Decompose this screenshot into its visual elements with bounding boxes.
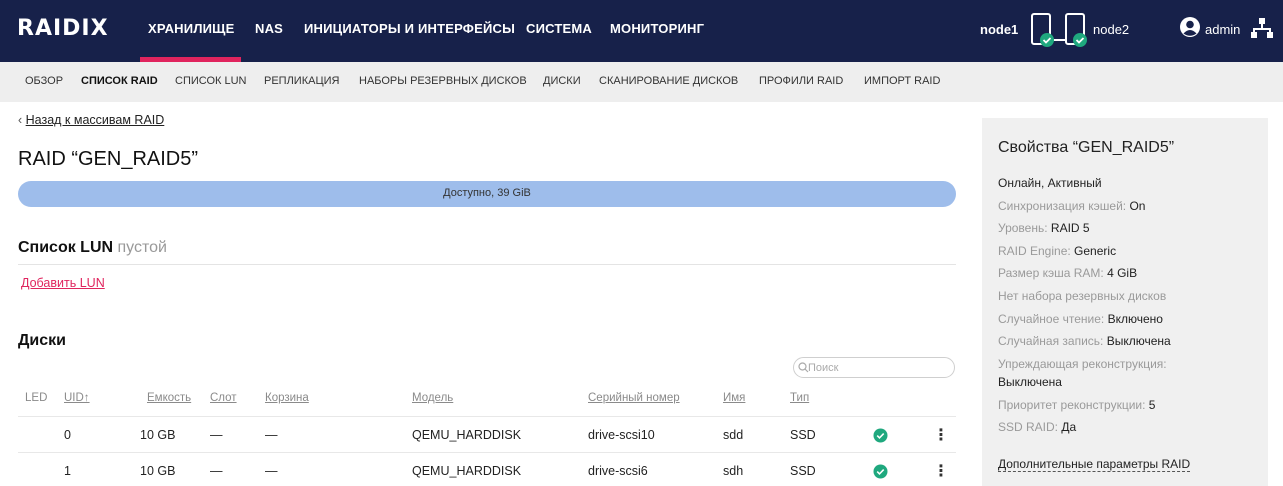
disk-search-box[interactable] [793, 357, 955, 378]
prop-level: Уровень: RAID 5 [998, 221, 1090, 235]
cell-type: SSD [790, 464, 816, 478]
node-pair-status-icon[interactable] [1030, 12, 1088, 50]
row-menu-kebab-icon[interactable]: ⋮ [933, 425, 949, 445]
cell-uid: 0 [64, 428, 71, 442]
col-uid[interactable]: UID↑ [64, 392, 90, 404]
cell-uid: 1 [64, 464, 71, 478]
col-enclosure[interactable]: Корзина [265, 392, 309, 404]
prop-label: Уровень: [998, 221, 1048, 235]
cell-serial: drive-scsi10 [588, 428, 655, 442]
disks-heading: Диски [18, 332, 66, 349]
prop-random-read: Случайное чтение: Включено [998, 312, 1163, 326]
prop-label: SSD RAID: [998, 420, 1059, 434]
nav-system[interactable]: СИСТЕМА [526, 21, 592, 36]
lun-list-title: Список LUN [18, 239, 114, 256]
col-type[interactable]: Тип [790, 392, 809, 404]
subnav-raid-list[interactable]: СПИСОК RAID [81, 75, 158, 87]
cell-name: sdh [723, 464, 744, 478]
prop-value: Включено [1107, 312, 1163, 326]
node1-label[interactable]: node1 [980, 22, 1018, 37]
subnav-spare-pools[interactable]: НАБОРЫ РЕЗЕРВНЫХ ДИСКОВ [359, 75, 527, 87]
lun-list-empty-label: пустой [117, 239, 167, 256]
prop-value: On [1129, 199, 1146, 213]
cell-model: QEMU_HARDDISK [412, 464, 522, 478]
subnav-drive-scan[interactable]: СКАНИРОВАНИЕ ДИСКОВ [599, 75, 738, 87]
page-title: RAID “GEN_RAID5” [18, 148, 199, 170]
status-ok-icon [873, 428, 888, 443]
subnav-drives[interactable]: ДИСКИ [543, 75, 581, 87]
col-name[interactable]: Имя [723, 392, 745, 404]
cell-slot: — [210, 428, 223, 442]
properties-title: Свойства “GEN_RAID5” [998, 139, 1175, 156]
prop-cache-sync: Синхронизация кэшей: On [998, 199, 1145, 213]
cell-slot: — [210, 464, 223, 478]
prop-label: RAID Engine: [998, 244, 1071, 258]
raid-state: Онлайн, Активный [998, 176, 1102, 190]
col-led: LED [25, 392, 48, 404]
col-slot[interactable]: Слот [210, 392, 237, 404]
prop-value: 5 [1148, 398, 1156, 412]
user-name[interactable]: admin [1205, 22, 1240, 37]
prop-proactive-reconstruction-label: Упреждающая реконструкция: [998, 357, 1167, 371]
prop-value: Generic [1074, 244, 1117, 258]
back-link-label[interactable]: Назад к массивам RAID [26, 113, 165, 127]
status-ok-icon [873, 464, 888, 479]
cell-serial: drive-scsi6 [588, 464, 648, 478]
prop-proactive-reconstruction-value: Выключена [998, 375, 1062, 389]
row-menu-kebab-icon[interactable]: ⋮ [933, 461, 949, 481]
cell-model: QEMU_HARDDISK [412, 428, 522, 442]
prop-value: Выключена [1106, 334, 1171, 348]
prop-value: Да [1061, 420, 1077, 434]
cell-enclosure: — [265, 428, 278, 442]
capacity-label: Доступно, 39 GiB [443, 187, 531, 199]
prop-spare-pool: Нет набора резервных дисков [998, 289, 1166, 303]
subnav-overview[interactable]: ОБЗОР [25, 75, 63, 87]
search-input[interactable] [808, 360, 948, 375]
table-row-divider [18, 452, 956, 453]
cell-capacity: 10 GB [140, 464, 176, 478]
nav-initiators-interfaces[interactable]: ИНИЦИАТОРЫ И ИНТЕРФЕЙСЫ [304, 21, 515, 36]
subnav-raid-profiles[interactable]: ПРОФИЛИ RAID [759, 75, 843, 87]
raidix-logo[interactable]: RAIDIX [17, 16, 109, 41]
add-lun-link[interactable]: Добавить LUN [21, 276, 105, 290]
nav-storage[interactable]: ХРАНИЛИЩЕ [148, 21, 235, 36]
nav-nas[interactable]: NAS [255, 21, 283, 36]
subnav-replication[interactable]: РЕПЛИКАЦИЯ [264, 75, 339, 87]
back-to-raid-list[interactable]: ‹ Назад к массивам RAID [18, 113, 164, 127]
col-model[interactable]: Модель [412, 392, 453, 404]
prop-value: 4 GiB [1107, 266, 1138, 280]
cell-enclosure: — [265, 464, 278, 478]
nav-monitoring[interactable]: МОНИТОРИНГ [610, 21, 704, 36]
subnav-lun-list[interactable]: СПИСОК LUN [175, 75, 246, 87]
lun-divider [18, 264, 956, 265]
node2-label[interactable]: node2 [1093, 22, 1129, 37]
chevron-left-icon: ‹ [18, 113, 26, 127]
advanced-raid-params-link[interactable]: Дополнительные параметры RAID [998, 457, 1191, 472]
user-avatar-icon[interactable] [1179, 16, 1201, 38]
col-serial[interactable]: Серийный номер [588, 392, 680, 404]
prop-value: RAID 5 [1050, 221, 1090, 235]
prop-label: Нет набора резервных дисков [998, 289, 1167, 303]
top-navigation-bar: RAIDIX ХРАНИЛИЩЕ NAS ИНИЦИАТОРЫ И ИНТЕРФ… [0, 0, 1283, 62]
prop-reconstruction-priority: Приоритет реконструкции: 5 [998, 398, 1155, 412]
lun-list-heading: Список LUN пустой [18, 239, 167, 257]
prop-label: Размер кэша RAM: [998, 266, 1104, 280]
prop-label: Случайная запись: [998, 334, 1104, 348]
table-header-divider [18, 416, 956, 417]
cell-capacity: 10 GB [140, 428, 176, 442]
prop-ram-cache: Размер кэша RAM: 4 GiB [998, 266, 1137, 280]
cell-type: SSD [790, 428, 816, 442]
prop-raid-engine: RAID Engine: Generic [998, 244, 1116, 258]
prop-label: Случайное чтение: [998, 312, 1105, 326]
col-capacity[interactable]: Емкость [147, 392, 191, 404]
prop-label: Приоритет реконструкции: [998, 398, 1146, 412]
network-topology-icon[interactable] [1250, 17, 1274, 41]
prop-label: Синхронизация кэшей: [998, 199, 1127, 213]
prop-ssd-raid: SSD RAID: Да [998, 420, 1076, 434]
subnav-raid-import[interactable]: ИМПОРТ RAID [864, 75, 940, 87]
prop-random-write: Случайная запись: Выключена [998, 334, 1171, 348]
capacity-bar: Доступно, 39 GiB [18, 181, 956, 207]
cell-name: sdd [723, 428, 744, 442]
